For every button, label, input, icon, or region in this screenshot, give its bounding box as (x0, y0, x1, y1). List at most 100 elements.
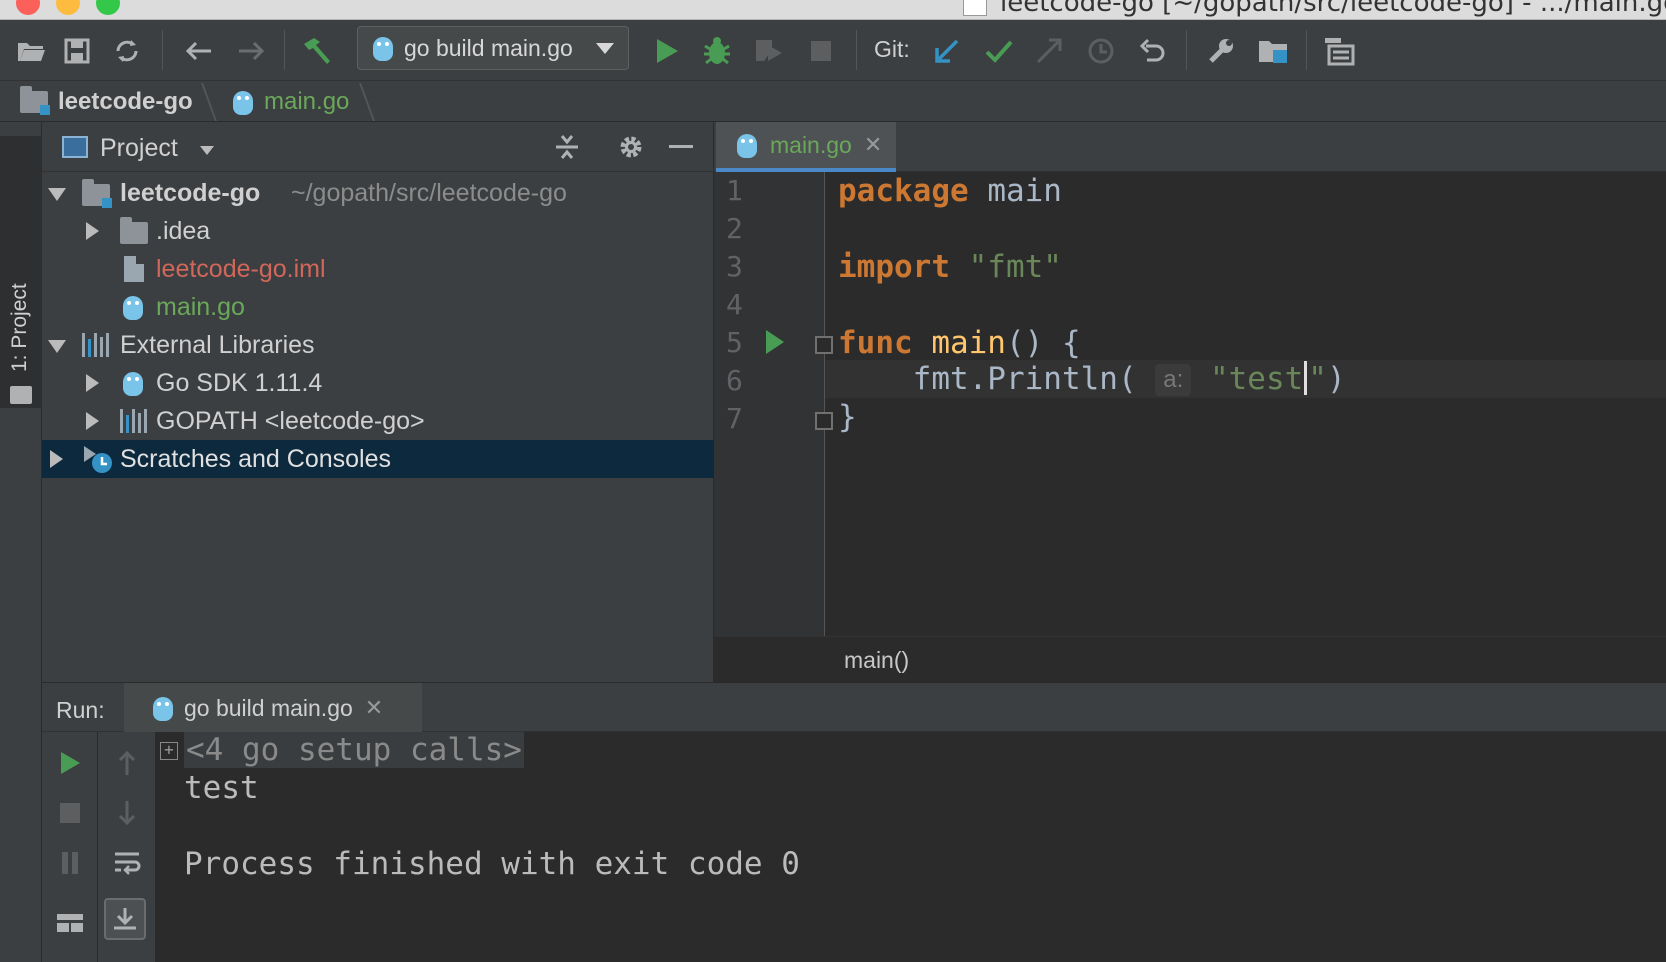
console-folded-setup-calls[interactable]: <4 go setup calls> (184, 732, 524, 768)
history-clock-icon[interactable] (1082, 32, 1120, 70)
save-all-icon[interactable] (58, 32, 96, 70)
hide-panel-icon[interactable] (666, 132, 696, 162)
expand-arrow-icon[interactable] (48, 340, 66, 353)
expand-arrow-icon[interactable] (86, 412, 99, 430)
minimize-window-button[interactable] (56, 0, 80, 15)
line-number: 3 (726, 250, 743, 283)
code-line-7: } (838, 399, 857, 435)
git-commit-check-icon[interactable] (980, 32, 1018, 70)
gopher-icon (122, 294, 144, 320)
tree-item-external-libraries[interactable]: External Libraries (42, 326, 714, 364)
code-line-1: package main (838, 173, 1062, 209)
run-tab-go-build[interactable]: go build main.go ✕ (124, 683, 422, 733)
up-arrow-icon[interactable] (108, 744, 146, 782)
debug-bug-icon[interactable] (698, 32, 736, 70)
stop-icon[interactable] (51, 794, 89, 832)
run-with-coverage-icon[interactable] (750, 32, 788, 70)
function-breadcrumb[interactable]: main() (844, 647, 909, 674)
close-icon[interactable]: ✕ (365, 695, 383, 721)
run-gutter-icon[interactable] (766, 330, 784, 354)
run-icon[interactable] (648, 32, 686, 70)
libraries-icon (82, 333, 110, 357)
tree-item-label: leetcode-go.iml (156, 254, 326, 283)
gopher-icon (372, 35, 394, 61)
line-number: 5 (726, 326, 743, 359)
zoom-window-button[interactable] (96, 0, 120, 15)
run-configuration-label: go build main.go (404, 34, 573, 61)
git-label: Git: (874, 36, 910, 62)
settings-wrench-icon[interactable] (1202, 32, 1240, 70)
line-number: 1 (726, 174, 743, 207)
forward-arrow-icon[interactable] (232, 32, 270, 70)
close-icon[interactable]: ✕ (864, 132, 882, 158)
code-line-6: fmt.Println( a: "test ") (825, 360, 1666, 398)
synchronize-icon[interactable] (108, 32, 146, 70)
soft-wrap-icon[interactable] (108, 844, 146, 882)
project-view-icon (62, 136, 88, 158)
expand-folded-icon[interactable]: + (160, 742, 178, 760)
scroll-to-end-icon[interactable] (104, 898, 146, 940)
breadcrumb-project-label: leetcode-go (58, 88, 193, 115)
tab-main-go[interactable]: main.go ✕ (716, 122, 896, 172)
tree-item-iml[interactable]: leetcode-go.iml (42, 250, 714, 288)
gopher-icon (152, 695, 174, 721)
back-arrow-icon[interactable] (180, 32, 218, 70)
scratches-clock-icon (82, 444, 114, 481)
project-panel-header: Project (42, 122, 714, 172)
collapse-all-icon[interactable] (552, 132, 582, 162)
terminal-list-icon[interactable] (1320, 32, 1358, 70)
layout-icon[interactable] (51, 904, 89, 942)
tree-item-idea[interactable]: .idea (42, 212, 714, 250)
expand-arrow-icon[interactable] (86, 222, 99, 240)
breadcrumb-file[interactable]: main.go (232, 86, 349, 118)
down-arrow-icon[interactable] (108, 794, 146, 832)
chevron-down-icon (596, 43, 614, 54)
run-console[interactable]: + <4 go setup calls> test Process finish… (156, 732, 1666, 962)
rollback-icon[interactable] (1134, 32, 1172, 70)
open-folder-icon[interactable] (12, 32, 50, 70)
expand-arrow-icon[interactable] (86, 374, 99, 392)
expand-arrow-icon[interactable] (50, 450, 63, 468)
tree-item-label: Go SDK 1.11.4 (156, 368, 323, 397)
build-hammer-icon[interactable] (298, 32, 336, 70)
title-bar: leetcode-go [~/gopath/src/leetcode-go] -… (0, 0, 1666, 20)
line-number: 6 (726, 364, 743, 397)
tree-item-gopath[interactable]: GOPATH <leetcode-go> (42, 402, 714, 440)
chevron-down-icon[interactable] (200, 146, 214, 155)
gopher-icon (232, 89, 254, 115)
project-tool-tab[interactable]: 1: Project (0, 136, 42, 408)
tree-item-leetcode-go[interactable]: leetcode-go ~/gopath/src/leetcode-go (42, 174, 714, 212)
line-number: 4 (726, 288, 743, 321)
project-view-select[interactable]: Project (100, 134, 178, 163)
project-panel: Project leetcode-go ~/gopath/src/leetcod… (42, 122, 714, 682)
code-editor[interactable]: 1 2 3 4 5 6 7 package main import "fmt" … (714, 172, 1666, 636)
rerun-icon[interactable] (51, 744, 89, 782)
window-title: leetcode-go [~/gopath/src/leetcode-go] -… (1000, 0, 1666, 18)
run-tab-label: go build main.go (184, 694, 353, 721)
line-number: 7 (726, 402, 743, 435)
stop-icon[interactable] (802, 32, 840, 70)
breadcrumb-file-label: main.go (264, 88, 350, 115)
pause-icon[interactable] (51, 844, 89, 882)
tree-item-main-go[interactable]: main.go (42, 288, 714, 326)
console-output-line: test (184, 770, 259, 806)
close-window-button[interactable] (16, 0, 40, 15)
git-update-icon[interactable] (928, 32, 966, 70)
folder-icon (120, 217, 148, 244)
fold-marker-icon[interactable] (815, 412, 833, 430)
tree-item-label: .idea (156, 216, 211, 245)
parameter-hint: a: (1155, 364, 1192, 396)
fold-marker-icon[interactable] (815, 336, 833, 354)
breadcrumb-project[interactable]: leetcode-go (20, 86, 193, 118)
tree-item-scratches[interactable]: Scratches and Consoles (42, 440, 714, 478)
left-tool-strip: 1: Project (0, 122, 42, 962)
editor-breadcrumb-bar: main() (714, 636, 1666, 682)
git-push-icon[interactable] (1030, 32, 1068, 70)
run-configuration-select[interactable]: go build main.go (357, 26, 629, 70)
tree-item-go-sdk[interactable]: Go SDK 1.11.4 (42, 364, 714, 402)
main-toolbar: go build main.go Git: (0, 20, 1666, 80)
gear-icon[interactable] (616, 132, 646, 162)
project-structure-icon[interactable] (1254, 32, 1292, 70)
run-panel-header: Run: go build main.go ✕ (42, 682, 1666, 733)
expand-arrow-icon[interactable] (48, 188, 66, 201)
